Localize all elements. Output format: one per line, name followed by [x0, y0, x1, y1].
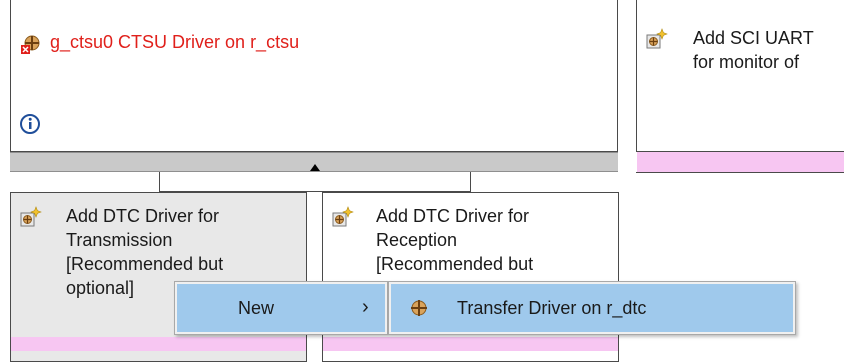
- dtc-tx-line2[interactable]: Transmission: [66, 229, 172, 252]
- add-sci-uart-block[interactable]: [636, 0, 844, 152]
- divider: [636, 151, 844, 152]
- module-icon: [408, 297, 430, 319]
- menu-item-new-label: New: [238, 298, 275, 318]
- add-module-icon: [20, 206, 42, 228]
- dtc-rx-line2[interactable]: Reception: [376, 229, 457, 252]
- add-module-icon: [646, 28, 668, 50]
- dtc-rx-line1[interactable]: Add DTC Driver for: [376, 205, 529, 228]
- menu-item-new[interactable]: [177, 284, 385, 332]
- add-module-icon: [332, 206, 354, 228]
- ctsu-driver-title[interactable]: g_ctsu0 CTSU Driver on r_ctsu: [50, 31, 299, 54]
- connector-line: [470, 172, 471, 192]
- add-sci-uart-line1[interactable]: Add SCI UART: [693, 27, 814, 50]
- info-icon[interactable]: [19, 113, 41, 135]
- dtc-tx-line1[interactable]: Add DTC Driver for: [66, 205, 219, 228]
- ctsu-driver-block[interactable]: [10, 0, 618, 152]
- stack-footer: [637, 152, 844, 172]
- divider: [636, 172, 844, 173]
- dtc-tx-line4[interactable]: optional]: [66, 277, 134, 300]
- chevron-right-icon: ›: [362, 296, 369, 318]
- dtc-rx-line3[interactable]: [Recommended but: [376, 253, 533, 276]
- stack-footer: [323, 337, 618, 351]
- stack-footer: [11, 337, 306, 351]
- connector-line: [159, 172, 160, 192]
- submenu-item-label: Transfer Driver on r_dtc: [457, 298, 647, 318]
- dtc-tx-line3[interactable]: [Recommended but: [66, 253, 223, 276]
- add-sci-uart-line2[interactable]: for monitor of: [693, 51, 799, 74]
- module-error-icon: [20, 33, 42, 55]
- collapse-up-icon[interactable]: [309, 156, 321, 177]
